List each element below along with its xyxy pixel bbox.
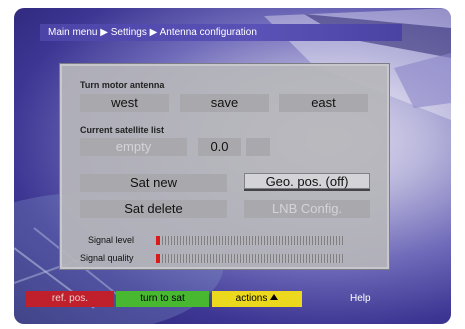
yellow-key-actions[interactable]: actions — [212, 291, 302, 307]
breadcrumb-current-page: Antenna configuration — [159, 27, 257, 38]
signal-level-fill — [156, 236, 160, 245]
breadcrumb-main-menu[interactable]: Main menu — [48, 27, 97, 38]
red-key-ref-pos[interactable]: ref. pos. — [26, 291, 114, 307]
satellite-extra-field[interactable] — [246, 138, 270, 156]
breadcrumb-settings[interactable]: Settings — [111, 27, 147, 38]
triangle-up-icon — [270, 294, 279, 300]
signal-quality-fill — [156, 254, 160, 263]
breadcrumb-separator-icon: ▶ — [100, 27, 108, 38]
antenna-config-panel: Turn motor antenna west save east Curren… — [60, 64, 389, 269]
signal-quality-bar — [156, 254, 344, 263]
sat-delete-button[interactable]: Sat delete — [80, 200, 227, 218]
signal-level-label: Signal level — [88, 235, 135, 245]
breadcrumb: Main menu ▶ Settings ▶ Antenna configura… — [40, 24, 402, 41]
satellite-list-label: Current satellite list — [80, 125, 165, 135]
west-button[interactable]: west — [80, 94, 169, 112]
lnb-config-button[interactable]: LNB Config. — [244, 200, 370, 218]
green-key-turn-to-sat[interactable]: turn to sat — [116, 291, 209, 307]
save-button[interactable]: save — [180, 94, 269, 112]
signal-quality-label: Signal quality — [80, 253, 134, 263]
breadcrumb-separator-icon: ▶ — [149, 27, 158, 38]
satellite-name-field[interactable]: empty — [80, 138, 187, 156]
geo-pos-button[interactable]: Geo. pos. (off) — [244, 173, 370, 191]
satellite-position-field[interactable]: 0.0 — [198, 138, 241, 156]
actions-label: actions — [235, 293, 268, 304]
sat-new-button[interactable]: Sat new — [80, 174, 227, 192]
east-button[interactable]: east — [279, 94, 368, 112]
help-key[interactable]: Help — [350, 291, 371, 307]
signal-level-bar — [156, 236, 344, 245]
turn-motor-label: Turn motor antenna — [80, 80, 165, 90]
